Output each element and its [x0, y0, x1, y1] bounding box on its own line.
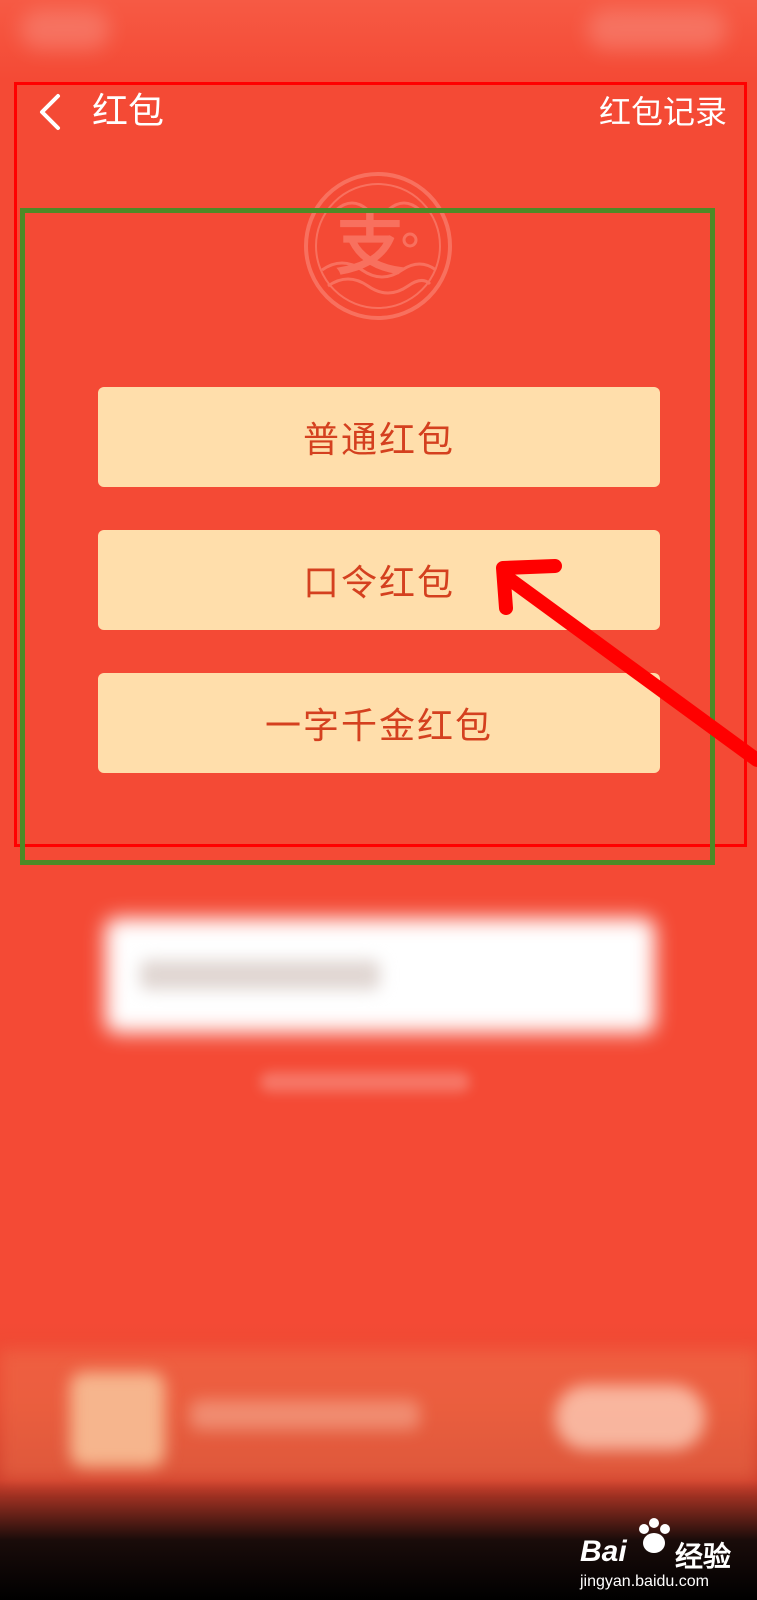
baidu-jingyan-watermark: Bai 经验 jingyan.baidu.com — [580, 1515, 750, 1590]
screen: 红包 红包记录 支 普通红包 口令红包 一字千金红包 Bai 经验 jingya… — [0, 0, 757, 1600]
golden-word-red-packet-label: 一字千金红包 — [264, 706, 493, 747]
golden-word-red-packet-button[interactable]: 一字千金红包 — [98, 673, 660, 773]
blurred-avatar — [70, 1372, 165, 1467]
command-red-packet-label: 口令红包 — [302, 563, 455, 604]
blurred-subtext — [260, 1072, 470, 1092]
svg-text:支: 支 — [336, 206, 404, 285]
status-bar-right-blurred — [587, 10, 727, 50]
top-nav: 红包 红包记录 — [0, 80, 757, 146]
paw-icon — [639, 1518, 670, 1553]
status-bar-left-blurred — [20, 10, 110, 50]
back-button[interactable] — [30, 90, 74, 134]
watermark-brand-left: Bai — [580, 1535, 627, 1568]
command-red-packet-button[interactable]: 口令红包 — [98, 530, 660, 630]
alipay-logo: 支 — [302, 170, 454, 322]
chevron-left-icon — [40, 94, 60, 130]
watermark-url: jingyan.baidu.com — [580, 1573, 709, 1590]
normal-red-packet-button[interactable]: 普通红包 — [98, 387, 660, 487]
blurred-card-text — [140, 960, 380, 990]
blurred-banner-text — [190, 1400, 420, 1430]
red-packet-records-link[interactable]: 红包记录 — [599, 90, 727, 134]
watermark-brand-right: 经验 — [675, 1541, 732, 1572]
blurred-banner-button — [555, 1385, 705, 1450]
normal-red-packet-label: 普通红包 — [302, 420, 455, 461]
page-title: 红包 — [92, 91, 165, 132]
